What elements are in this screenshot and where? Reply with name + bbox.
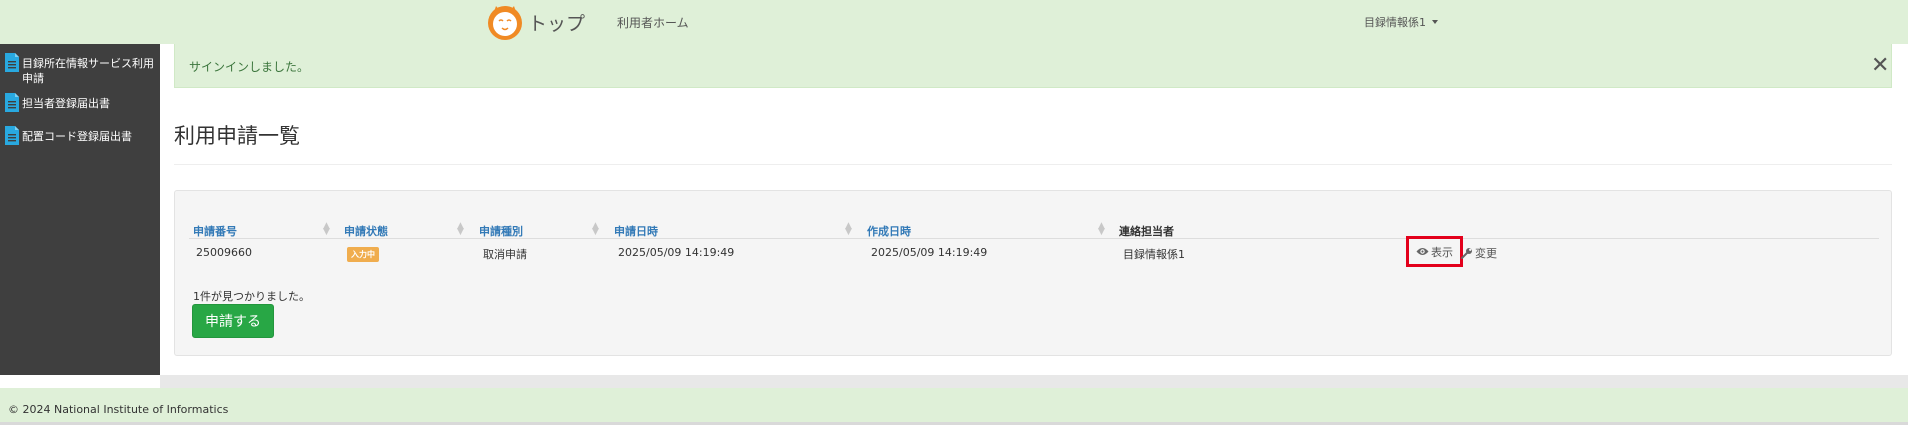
table-header-divider [189,238,1879,239]
apply-button[interactable]: 申請する [192,304,274,338]
column-header-created-at[interactable]: 作成日時 [867,223,911,239]
status-badge: 入力中 [347,247,379,262]
content-bottom-bar [160,375,1908,388]
document-icon [5,53,19,72]
cell-created-at: 2025/05/09 14:19:49 [871,246,988,259]
alert-message: サインインしました。 [189,60,310,74]
eye-icon [1416,248,1429,255]
sort-icon[interactable]: ▲ ▼ [845,222,852,237]
document-icon [5,126,19,145]
cell-contact: 目録情報係1 [1123,248,1185,261]
sort-icon[interactable]: ▲ ▼ [457,222,464,237]
column-header-contact: 連絡担当者 [1119,225,1174,238]
cat-logo-icon [488,6,522,40]
sidebar-item-staff-registration[interactable]: 担当者登録届出書 [4,92,156,113]
cell-type: 取消申請 [483,248,527,261]
column-header-type[interactable]: 申請種別 [479,223,523,239]
signin-alert: サインインしました。 ✕ [174,44,1892,88]
page-title: 利用申請一覧 [174,124,300,148]
footer: © 2024 National Institute of Informatics [0,388,1908,425]
column-header-number[interactable]: 申請番号 [193,223,237,239]
brand-label[interactable]: トップ [528,9,585,36]
user-name: 目録情報係1 [1364,16,1426,29]
sidebar-item-service-application[interactable]: 目録所在情報サービス利用申請 [4,52,156,86]
column-header-applied-at[interactable]: 申請日時 [614,223,658,239]
show-button[interactable]: 表示 [1406,236,1463,267]
sidebar-item-label: 目録所在情報サービス利用申請 [22,57,154,85]
user-menu-dropdown[interactable]: 目録情報係1 [1364,14,1438,30]
show-label: 表示 [1431,245,1453,259]
copyright-text: © 2024 National Institute of Informatics [8,403,229,416]
edit-label: 変更 [1475,247,1497,260]
application-list-panel: 申請番号 ▲ ▼ 申請状態 ▲ ▼ 申請種別 ▲ ▼ 申請日時 ▲ ▼ 作成日時 ▲ ▼ … [174,190,1892,356]
sidebar-item-label: 担当者登録届出書 [22,97,110,110]
wrench-icon [1461,248,1472,259]
close-icon[interactable]: ✕ [1871,55,1889,77]
edit-button[interactable]: 変更 [1461,245,1497,261]
column-header-status[interactable]: 申請状態 [344,223,388,239]
sidebar-item-label: 配置コード登録届出書 [22,130,132,143]
user-home-link[interactable]: 利用者ホーム [617,14,689,31]
title-divider [174,164,1892,165]
sidebar: 目録所在情報サービス利用申請 担当者登録届出書 配置コード登録届出書 [0,44,160,375]
result-count: 1件が見つかりました。 [193,290,310,303]
sort-icon[interactable]: ▲ ▼ [1098,222,1105,237]
cell-number: 25009660 [196,246,252,259]
sort-icon[interactable]: ▲ ▼ [323,222,330,237]
document-icon [5,93,19,112]
cell-applied-at: 2025/05/09 14:19:49 [618,246,735,259]
brand-home-link[interactable]: トップ [486,4,585,40]
top-navbar: トップ 利用者ホーム 目録情報係1 [0,0,1908,44]
caret-down-icon [1432,20,1438,24]
sidebar-item-location-code-registration[interactable]: 配置コード登録届出書 [4,125,156,146]
sort-icon[interactable]: ▲ ▼ [592,222,599,237]
